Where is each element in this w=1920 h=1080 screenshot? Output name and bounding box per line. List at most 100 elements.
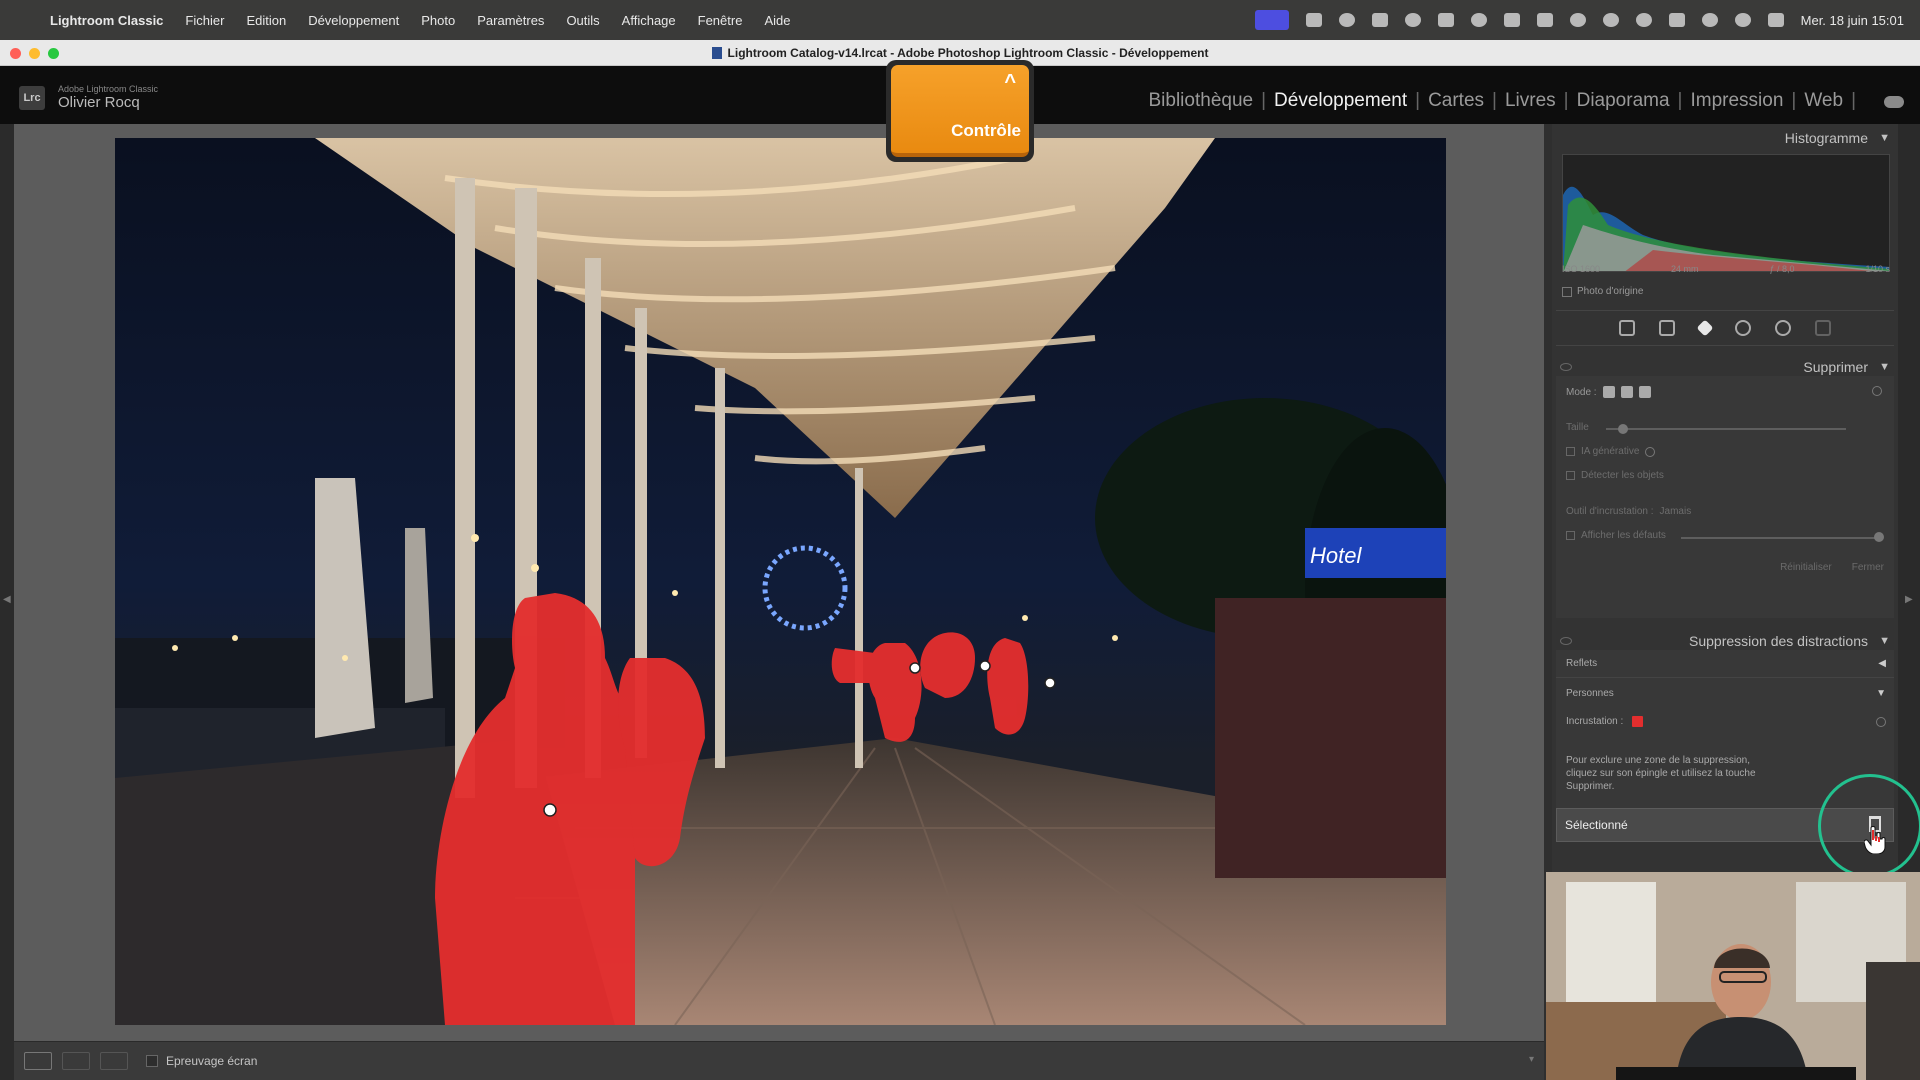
battery-icon[interactable] — [1668, 13, 1685, 27]
mode-info-icon[interactable] — [1872, 386, 1882, 396]
edit-sliders-icon[interactable] — [1619, 320, 1635, 336]
genai-row: IA générative — [1566, 446, 1656, 457]
play-icon[interactable] — [1602, 13, 1619, 27]
overlay-tool-row: Outil d'incrustation : Jamais — [1566, 506, 1691, 517]
original-photo-toggle[interactable]: Photo d'origine — [1562, 286, 1643, 297]
histogram-header[interactable]: Histogramme ▼ — [1552, 127, 1898, 149]
red-eye-icon[interactable] — [1735, 320, 1751, 336]
cloud-sync-icon[interactable] — [1884, 96, 1904, 108]
photo-preview[interactable]: Hotel — [115, 138, 1446, 1025]
distraction-panel-header[interactable]: Suppression des distractions ▼ — [1552, 630, 1898, 652]
menu-affichage[interactable]: Affichage — [622, 13, 676, 28]
before-after-button[interactable] — [62, 1052, 90, 1070]
masking-icon[interactable] — [1775, 320, 1791, 336]
close-box-icon[interactable] — [1503, 13, 1520, 27]
camera-icon[interactable] — [1371, 13, 1388, 27]
expand-triangle-icon[interactable]: ◀ — [1878, 650, 1886, 678]
menu-edition[interactable]: Edition — [246, 13, 286, 28]
defaults-slider-handle[interactable] — [1874, 532, 1884, 542]
size-slider-handle[interactable] — [1618, 424, 1628, 434]
expand-left-arrow-icon[interactable]: ◀ — [3, 594, 11, 605]
left-panel-collapsed[interactable]: ◀ — [0, 124, 14, 1080]
defaults-slider-track[interactable] — [1681, 537, 1881, 539]
size-slider-track[interactable] — [1606, 428, 1846, 430]
user-icon[interactable] — [1569, 13, 1586, 27]
collapse-triangle-icon[interactable]: ▼ — [1876, 680, 1886, 708]
zoom-window-icon[interactable] — [48, 48, 59, 59]
clipboard-icon[interactable] — [1536, 13, 1553, 27]
overlay-color-swatch[interactable] — [1632, 715, 1644, 727]
clone-mode-icon[interactable] — [1638, 386, 1651, 398]
image-canvas[interactable]: Hotel — [14, 124, 1544, 1041]
pointer-icon[interactable] — [1338, 13, 1355, 27]
module-bibliotheque[interactable]: Bibliothèque — [1149, 90, 1254, 112]
detect-objects-checkbox[interactable] — [1566, 471, 1575, 480]
reflections-label: Reflets — [1566, 658, 1598, 669]
module-web[interactable]: Web — [1804, 90, 1843, 112]
module-separator: | — [1677, 90, 1683, 111]
distraction-panel-title: Suppression des distractions — [1689, 633, 1868, 649]
module-developpement[interactable]: Développement — [1274, 90, 1407, 112]
menu-fenetre[interactable]: Fenêtre — [698, 13, 743, 28]
collapse-right-arrow-icon[interactable]: ▶ — [1905, 594, 1913, 605]
menu-aide[interactable]: Aide — [764, 13, 790, 28]
module-livres[interactable]: Livres — [1505, 90, 1556, 112]
module-impression[interactable]: Impression — [1690, 90, 1783, 112]
remove-panel-buttons: Réinitialiser Fermer — [1780, 562, 1884, 573]
genai-info-icon[interactable] — [1645, 446, 1656, 457]
pr-icon[interactable] — [1437, 13, 1454, 27]
remove-panel: Mode : Taille IA générative Détecter les… — [1556, 376, 1894, 618]
menubar-clock[interactable]: Mer. 18 juin 15:01 — [1801, 13, 1904, 28]
module-diaporama[interactable]: Diaporama — [1577, 90, 1670, 112]
aperture-value: ƒ / 8,0 — [1769, 264, 1795, 274]
remove-eraser-icon[interactable] — [1696, 319, 1714, 337]
overlay-info-icon[interactable] — [1876, 717, 1886, 727]
module-cartes[interactable]: Cartes — [1428, 90, 1484, 112]
panel-visibility-eye-icon[interactable] — [1560, 363, 1572, 371]
audio-icon[interactable] — [1404, 13, 1421, 27]
remove-panel-header[interactable]: Supprimer ▼ — [1552, 356, 1898, 378]
softproof-checkbox[interactable] — [146, 1055, 158, 1067]
collapse-triangle-icon[interactable]: ▼ — [1879, 356, 1890, 378]
overlay-tool-select[interactable]: Jamais — [1660, 506, 1692, 517]
menu-app-name[interactable]: Lightroom Classic — [50, 13, 163, 28]
people-row[interactable]: Personnes ▼ — [1556, 680, 1894, 708]
remove-mode-icon[interactable] — [1602, 386, 1615, 398]
creative-cloud-icon[interactable] — [1470, 13, 1487, 27]
collapse-triangle-icon[interactable]: ▼ — [1879, 630, 1890, 652]
show-defaults-checkbox[interactable] — [1566, 531, 1575, 540]
screen-share-icon[interactable] — [1254, 10, 1289, 30]
menu-outils[interactable]: Outils — [566, 13, 599, 28]
loupe-view-button[interactable] — [24, 1052, 52, 1070]
reset-button[interactable]: Réinitialiser — [1780, 562, 1832, 573]
wifi-icon[interactable] — [1701, 13, 1718, 27]
reflections-row[interactable]: Reflets ◀ — [1556, 650, 1894, 678]
menu-parametres[interactable]: Paramètres — [477, 13, 544, 28]
compare-view-button[interactable] — [100, 1052, 128, 1070]
menu-photo[interactable]: Photo — [421, 13, 455, 28]
heal-mode-icon[interactable] — [1620, 386, 1633, 398]
menu-developpement[interactable]: Développement — [308, 13, 399, 28]
original-photo-checkbox[interactable] — [1562, 286, 1572, 297]
webcam-image — [1546, 872, 1920, 1080]
window-controls — [10, 48, 59, 59]
time-machine-icon[interactable] — [1635, 13, 1652, 27]
minimize-window-icon[interactable] — [29, 48, 40, 59]
histogram-exif: ISO 1600 24 mm ƒ / 8,0 1/10 s — [1562, 264, 1890, 274]
module-separator: | — [1492, 90, 1497, 111]
panel-visibility-eye-icon[interactable] — [1560, 637, 1572, 645]
spotlight-search-icon[interactable] — [1734, 13, 1751, 27]
genai-checkbox[interactable] — [1566, 447, 1575, 456]
close-window-icon[interactable] — [10, 48, 21, 59]
undo-icon[interactable] — [1815, 320, 1831, 336]
close-button[interactable]: Fermer — [1852, 562, 1884, 573]
crop-icon[interactable] — [1659, 320, 1675, 336]
app-status-icon[interactable] — [1305, 13, 1322, 27]
histogram-graph[interactable] — [1562, 154, 1890, 272]
collapse-triangle-icon[interactable]: ▼ — [1879, 127, 1890, 149]
module-separator: | — [1851, 90, 1856, 111]
histogram-curve — [1563, 186, 1889, 271]
control-center-icon[interactable] — [1767, 13, 1784, 27]
toolbar-menu-chevron-down-icon[interactable]: ▾ — [1529, 1054, 1534, 1065]
menu-fichier[interactable]: Fichier — [185, 13, 224, 28]
